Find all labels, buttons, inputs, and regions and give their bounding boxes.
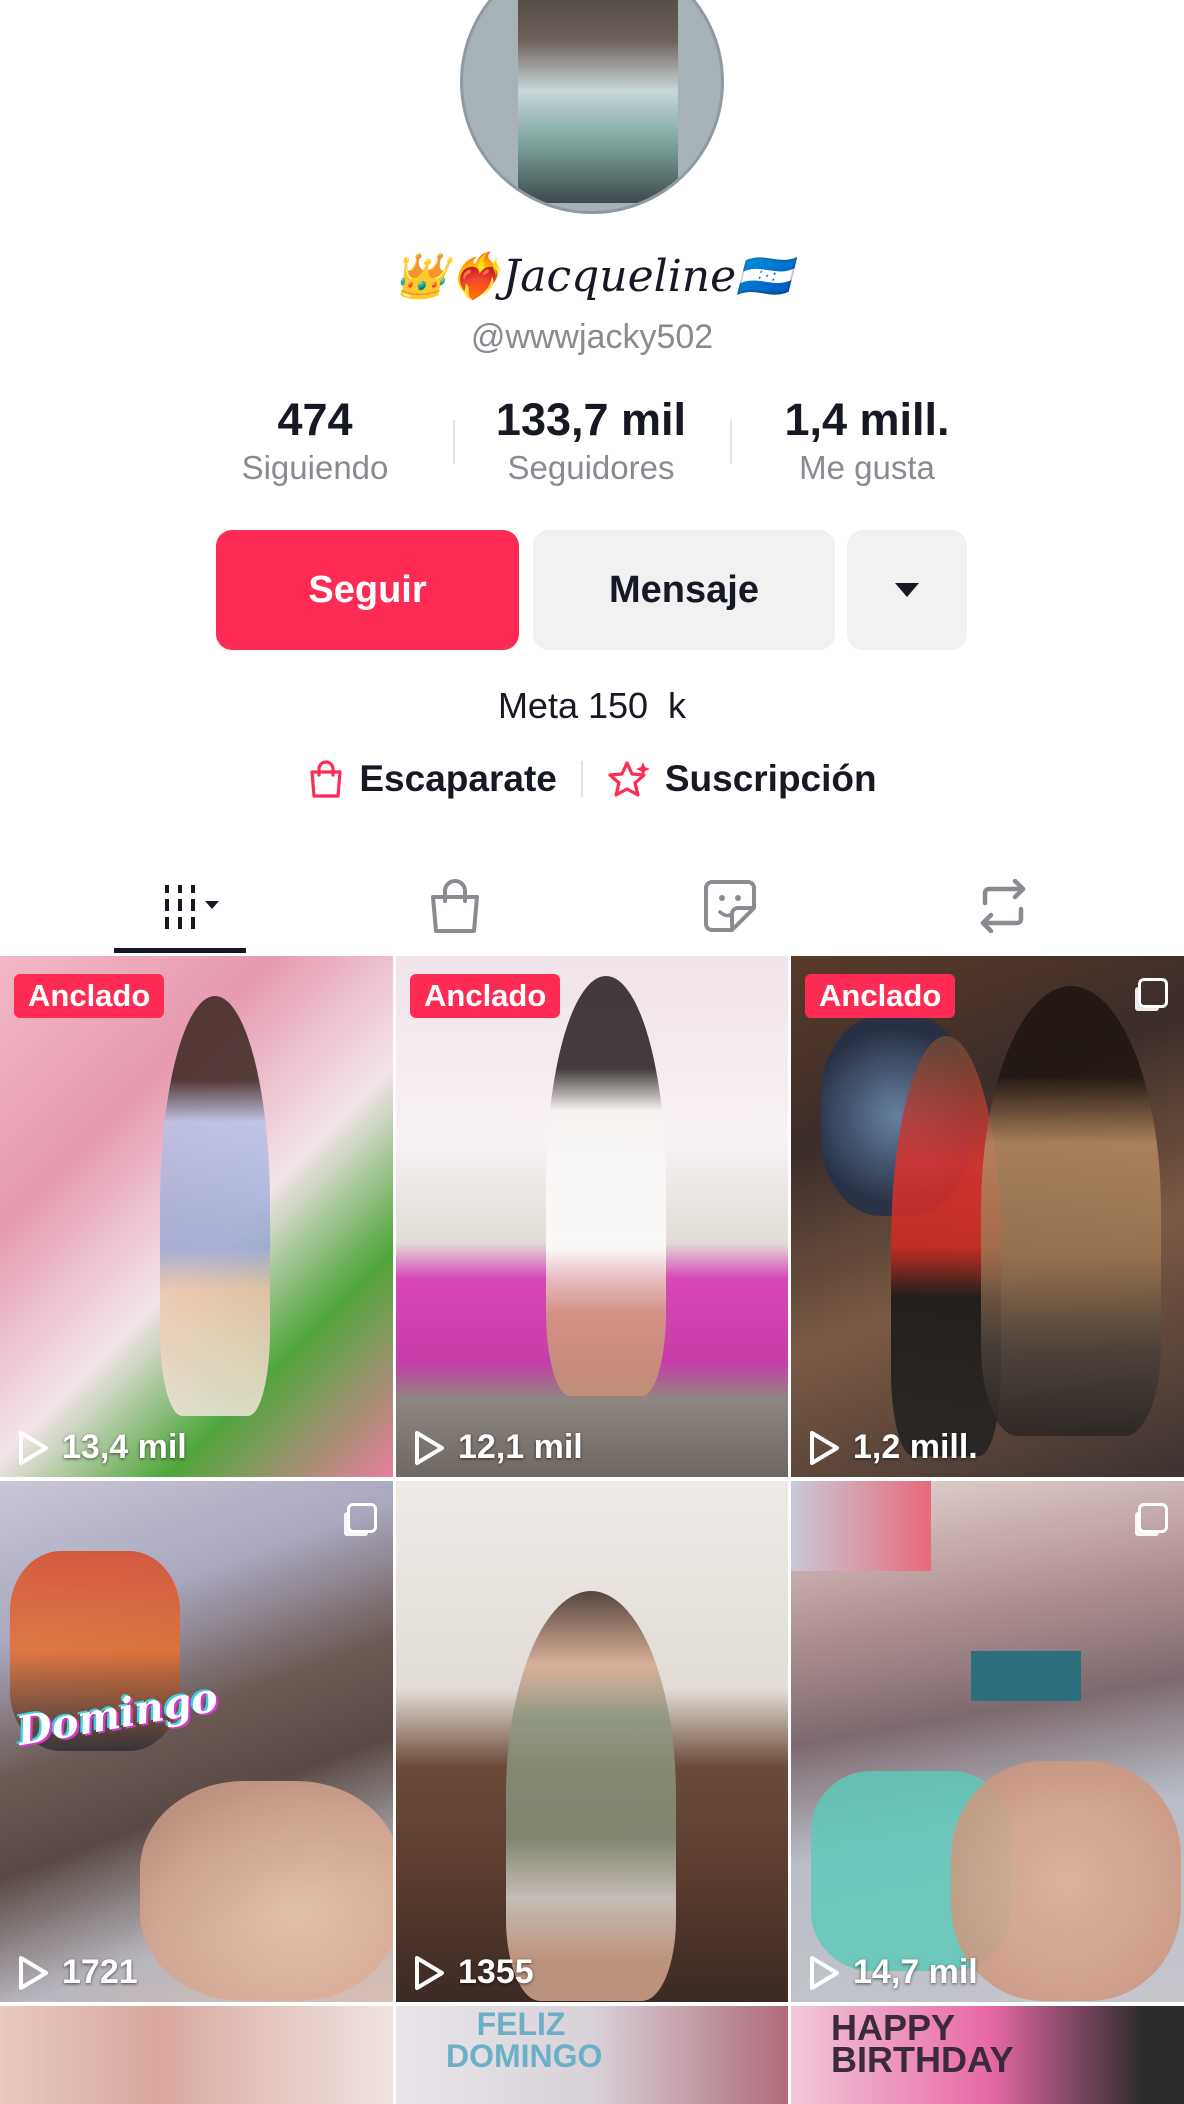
stat-following[interactable]: 474 Siguiendo xyxy=(185,395,445,491)
pinned-badge: Anclado xyxy=(805,974,956,1018)
video-thumbnail[interactable]: FELIZ DOMINGO xyxy=(396,2006,788,2104)
tab-videos[interactable] xyxy=(114,860,246,952)
likes-count: 1,4 mill. xyxy=(784,394,950,445)
photo-carousel-icon xyxy=(1138,1503,1168,1533)
view-count: 14,7 mil xyxy=(807,1953,978,1992)
video-thumbnail[interactable]: Anclado 12,1 mil xyxy=(396,956,788,1477)
view-count: 12,1 mil xyxy=(412,1428,583,1467)
video-thumbnail[interactable] xyxy=(0,2006,393,2104)
view-count: 1,2 mill. xyxy=(807,1428,978,1467)
view-count-value: 13,4 mil xyxy=(62,1428,187,1466)
stat-likes[interactable]: 1,4 mill. Me gusta xyxy=(737,395,997,491)
view-count-value: 12,1 mil xyxy=(458,1428,583,1466)
play-icon xyxy=(415,1430,444,1465)
followers-count: 133,7 mil xyxy=(495,394,687,445)
videos-grid-icon xyxy=(165,885,219,929)
caret-down-icon xyxy=(895,583,919,597)
thumbnail-tv xyxy=(971,1651,1081,1701)
following-label: Siguiendo xyxy=(241,449,389,486)
video-thumbnail[interactable]: 1355 xyxy=(396,1481,788,2002)
video-grid: Anclado 13,4 mil Anclado 12,1 mil Anclad… xyxy=(0,956,1184,2104)
video-thumbnail[interactable]: Anclado 1,2 mill. xyxy=(791,956,1184,1477)
username-handle: @wwwjacky502 xyxy=(470,318,714,356)
view-count: 1355 xyxy=(412,1953,534,1992)
repost-icon xyxy=(980,879,1026,933)
star-sparkle-icon xyxy=(608,761,650,797)
video-thumbnail[interactable]: 14,7 mil xyxy=(791,1481,1184,2002)
photo-carousel-icon xyxy=(347,1503,377,1533)
profile-bio: Meta 150 k xyxy=(497,685,687,726)
play-icon xyxy=(415,1955,444,1990)
shopping-bag-icon xyxy=(310,760,342,798)
thumbnail-image xyxy=(0,2006,393,2104)
pinned-badge: Anclado xyxy=(410,974,561,1018)
stat-followers[interactable]: 133,7 mil Seguidores xyxy=(461,395,721,491)
display-name: 👑❤️‍🔥Jacqueline🇭🇳 xyxy=(393,251,791,302)
avatar-photo xyxy=(518,0,678,203)
likes-label: Me gusta xyxy=(799,449,935,486)
play-icon xyxy=(19,1430,48,1465)
subscription-link[interactable]: Suscripción xyxy=(607,758,877,800)
suggested-accounts-button[interactable] xyxy=(847,530,967,650)
thumbnail-person xyxy=(506,1591,676,2001)
view-count-value: 1721 xyxy=(62,1953,138,1991)
showcase-label: Escaparate xyxy=(359,758,557,799)
pinned-badge: Anclado xyxy=(14,974,165,1018)
showcase-link[interactable]: Escaparate xyxy=(307,758,557,800)
profile-tabs xyxy=(0,860,1184,953)
play-icon xyxy=(19,1955,48,1990)
subscription-label: Suscripción xyxy=(664,758,877,799)
video-thumbnail[interactable]: Domingo 1721 xyxy=(0,1481,393,2002)
play-icon xyxy=(810,1955,839,1990)
thumbnail-person xyxy=(546,976,666,1396)
stat-divider xyxy=(730,420,732,464)
shop-bag-icon xyxy=(431,879,479,933)
thumbnail-person xyxy=(160,996,270,1416)
view-count-value: 1,2 mill. xyxy=(853,1428,978,1466)
thumbnail-leg xyxy=(140,1781,393,2001)
tab-shop[interactable] xyxy=(400,860,510,952)
follow-button[interactable]: Seguir xyxy=(216,530,519,650)
active-tab-indicator xyxy=(114,948,246,953)
play-icon xyxy=(810,1430,839,1465)
thumbnail-person xyxy=(981,986,1161,1436)
view-count-value: 14,7 mil xyxy=(853,1953,978,1991)
thumbnail-inset xyxy=(791,1481,931,1571)
video-thumbnail[interactable]: Anclado 13,4 mil xyxy=(0,956,393,1477)
following-count: 474 xyxy=(277,394,353,445)
message-button[interactable]: Mensaje xyxy=(533,530,835,650)
video-thumbnail[interactable]: HAPPY BIRTHDAY xyxy=(791,2006,1184,2104)
thumbnail-legs xyxy=(951,1761,1181,2001)
view-count: 1721 xyxy=(16,1953,138,1992)
photo-carousel-icon xyxy=(1138,978,1168,1008)
links-divider xyxy=(580,761,583,797)
tab-reposts[interactable] xyxy=(948,860,1058,952)
tab-stickers[interactable] xyxy=(675,860,785,952)
happy-birthday-caption: HAPPY BIRTHDAY xyxy=(831,2007,1014,2080)
view-count-value: 1355 xyxy=(458,1953,534,1991)
followers-label: Seguidores xyxy=(507,449,675,486)
stat-divider xyxy=(453,420,455,464)
view-count: 13,4 mil xyxy=(16,1428,187,1467)
feliz-domingo-caption: FELIZ DOMINGO xyxy=(446,2006,603,2074)
profile-avatar[interactable] xyxy=(460,0,724,214)
profile-links: Escaparate Suscripción xyxy=(0,758,1184,800)
private-sticker-icon xyxy=(704,880,756,932)
